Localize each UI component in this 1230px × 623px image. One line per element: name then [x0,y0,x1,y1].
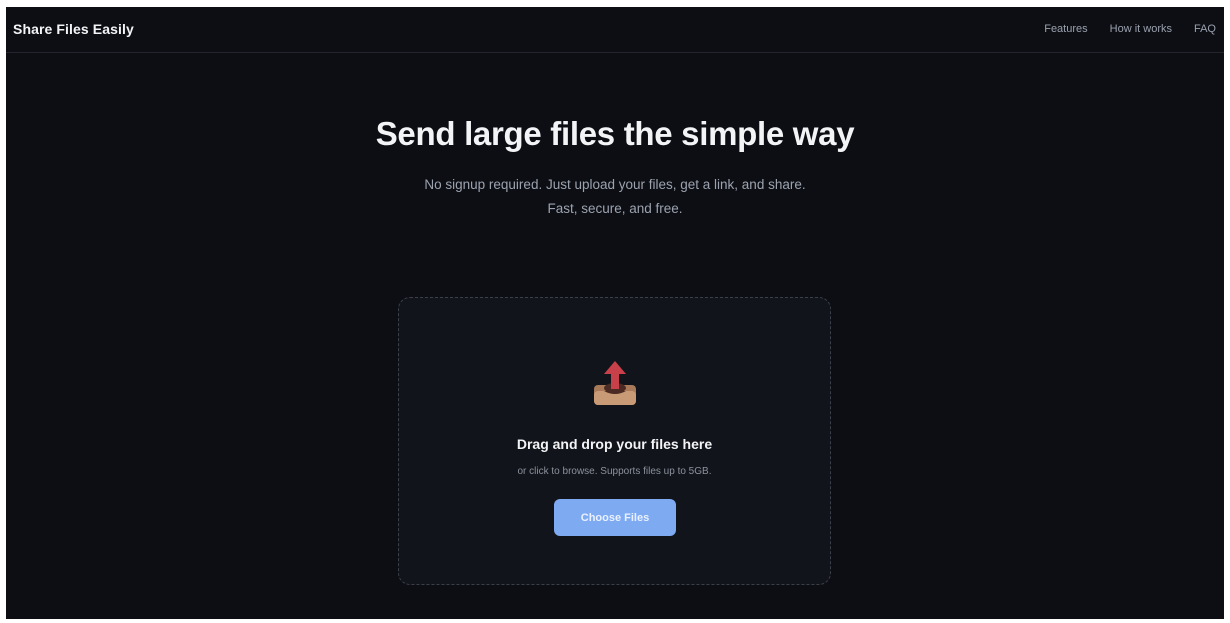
file-dropzone[interactable]: Drag and drop your files here or click t… [398,297,831,585]
dropzone-subtitle: or click to browse. Supports files up to… [517,466,712,477]
brand-logo-text[interactable]: Share Files Easily [13,21,134,37]
hero-subtitle: No signup required. Just upload your fil… [424,177,806,216]
hero-title: Send large files the simple way [375,115,855,152]
inbox-tray-upload-icon [594,361,636,405]
nav-link-features[interactable]: Features [1044,23,1087,35]
main-nav: Features How it works FAQ [1044,23,1216,35]
dropzone-title: Drag and drop your files here [516,436,713,452]
app-window: Share Files Easily Features How it works… [6,7,1224,619]
nav-link-how-it-works[interactable]: How it works [1110,23,1172,35]
choose-files-button[interactable]: Choose Files [554,499,676,536]
nav-link-faq[interactable]: FAQ [1194,23,1216,35]
top-navigation-bar: Share Files Easily Features How it works… [6,7,1224,53]
